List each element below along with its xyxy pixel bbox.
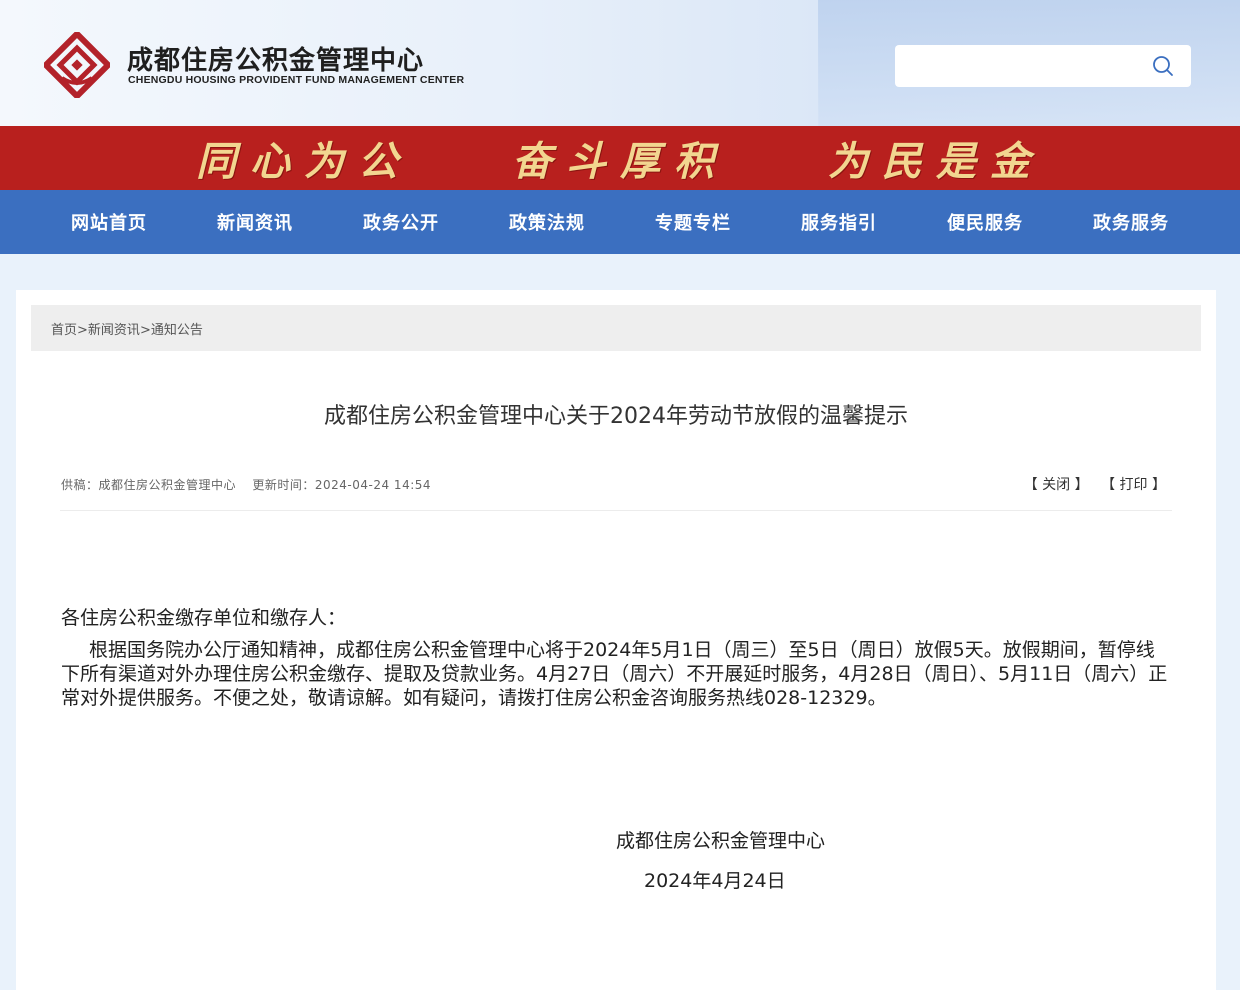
breadcrumb: 首页>新闻资讯>通知公告 bbox=[31, 305, 1201, 351]
slogan-part: 同心为公 bbox=[196, 138, 413, 185]
nav-item-gov-services[interactable]: 政务服务 bbox=[1093, 209, 1169, 235]
signature-date: 2024年4月24日 bbox=[644, 870, 786, 892]
updated-label: 更新时间：2024-04-24 14:54 bbox=[252, 478, 432, 492]
breadcrumb-notices[interactable]: 通知公告 bbox=[151, 323, 203, 338]
nav-item-topics[interactable]: 专题专栏 bbox=[655, 209, 731, 235]
nav-item-home[interactable]: 网站首页 bbox=[71, 209, 147, 235]
nav-item-news[interactable]: 新闻资讯 bbox=[217, 209, 293, 235]
search-input[interactable] bbox=[905, 53, 1139, 81]
site-subtitle: CHENGDU HOUSING PROVIDENT FUND MANAGEMEN… bbox=[128, 74, 465, 86]
article-meta: 供稿：成都住房公积金管理中心 更新时间：2024-04-24 14:54 bbox=[61, 476, 443, 493]
nav-item-convenience[interactable]: 便民服务 bbox=[947, 209, 1023, 235]
site-title: 成都住房公积金管理中心 bbox=[127, 46, 425, 76]
article-actions: 【 关闭 】 【 打印 】 bbox=[1016, 474, 1166, 494]
main-nav: 网站首页 新闻资讯 政务公开 政策法规 专题专栏 服务指引 便民服务 政务服务 bbox=[0, 190, 1240, 254]
slogan-part: 奋斗厚积 bbox=[512, 138, 728, 185]
slogan-banner: 同心为公 奋斗厚积 为民是金 bbox=[0, 126, 1240, 190]
article-card: 首页>新闻资讯>通知公告 成都住房公积金管理中心关于2024年劳动节放假的温馨提… bbox=[16, 290, 1216, 990]
signature-org: 成都住房公积金管理中心 bbox=[616, 830, 826, 852]
article-body: 各住房公积金缴存单位和缴存人： 根据国务院办公厅通知精神，成都住房公积金管理中心… bbox=[61, 606, 1173, 710]
logo-icon[interactable] bbox=[44, 32, 110, 98]
print-button[interactable]: 【 打印 】 bbox=[1101, 477, 1166, 493]
nav-item-policies[interactable]: 政策法规 bbox=[509, 209, 585, 235]
salutation: 各住房公积金缴存单位和缴存人： bbox=[61, 607, 347, 629]
article-paragraph: 根据国务院办公厅通知精神，成都住房公积金管理中心将于2024年5月1日（周三）至… bbox=[61, 639, 1168, 709]
slogan-text: 同心为公 奋斗厚积 为民是金 bbox=[160, 129, 1080, 187]
breadcrumb-news[interactable]: 新闻资讯 bbox=[88, 323, 140, 338]
nav-item-service-guide[interactable]: 服务指引 bbox=[801, 209, 877, 235]
breadcrumb-separator: > bbox=[139, 322, 151, 338]
breadcrumb-home[interactable]: 首页 bbox=[51, 323, 77, 338]
article-title: 成都住房公积金管理中心关于2024年劳动节放假的温馨提示 bbox=[324, 404, 908, 429]
source-label: 供稿：成都住房公积金管理中心 bbox=[61, 478, 237, 492]
nav-item-gov-affairs-open[interactable]: 政务公开 bbox=[363, 209, 439, 235]
site-header: 成都住房公积金管理中心 CHENGDU HOUSING PROVIDENT FU… bbox=[0, 0, 1240, 126]
slogan-part: 为民是金 bbox=[827, 138, 1044, 185]
divider bbox=[60, 510, 1172, 511]
search-icon[interactable] bbox=[1151, 54, 1175, 78]
search-box bbox=[895, 45, 1191, 87]
close-button[interactable]: 【 关闭 】 bbox=[1024, 477, 1089, 493]
breadcrumb-separator: > bbox=[77, 322, 88, 338]
